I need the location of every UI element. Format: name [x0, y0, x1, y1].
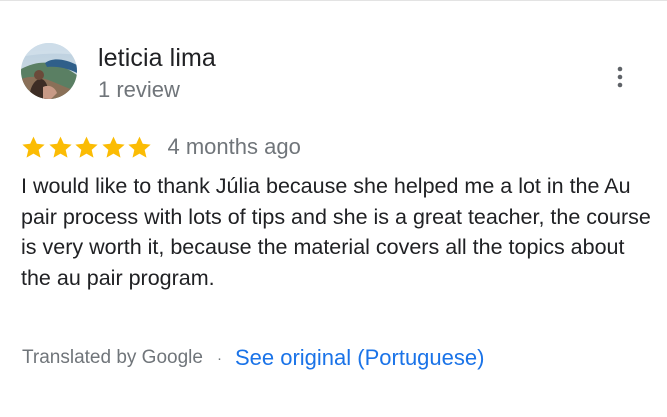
rating-row: 4 months ago: [20, 132, 301, 162]
star-icon: [128, 136, 151, 158]
author-review-count: 1 review: [98, 77, 180, 102]
review-text: I would like to thank Júlia because she …: [21, 174, 651, 290]
star-icon: [22, 136, 45, 158]
star-icon: [75, 136, 98, 158]
star-icon: [101, 136, 125, 158]
author-name[interactable]: leticia lima: [98, 44, 216, 73]
star-icon: [48, 136, 72, 158]
separator-dot: ·: [216, 349, 222, 367]
star-rating: [20, 134, 153, 161]
author-avatar[interactable]: [21, 43, 77, 99]
translated-by-label: Translated by Google: [22, 347, 203, 368]
translation-row: Translated by Google · See original (Por…: [22, 343, 484, 373]
review-date: 4 months ago: [167, 134, 301, 159]
more-options-button[interactable]: [606, 59, 634, 95]
review-card: leticia lima 1 review 4 months ago I wou…: [0, 0, 667, 417]
more-vert-icon: [617, 66, 623, 88]
see-original-link[interactable]: See original (Portuguese): [235, 345, 484, 371]
